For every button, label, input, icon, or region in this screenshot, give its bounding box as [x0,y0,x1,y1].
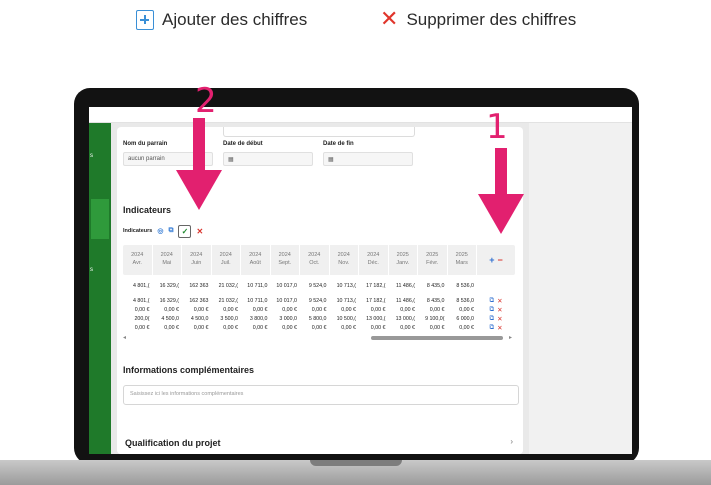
laptop-notch [310,460,402,466]
col-header: 2024 Juin [182,245,212,275]
col-header: 2024 Août [241,245,271,275]
sidebar-item[interactable]: s [90,267,93,273]
add-document-icon [136,10,154,30]
indicators-title: Indicateurs [123,205,172,215]
col-header: 2024 Oct. [300,245,330,275]
indicators-toolbar: Indicateurs ◎ ⧉ ✓ ✕ [123,224,203,238]
col-header: 2024 Déc. [359,245,389,275]
copy-icon[interactable]: ⧉ [168,227,173,235]
tutorial-image: Ajouter des chiffres ✕ Supprimer des chi… [0,0,711,485]
delete-x-icon: ✕ [380,7,399,32]
delete-row-icon[interactable]: ✕ [497,297,502,305]
sponsor-label: Nom du parrain [123,141,168,147]
copy-row-icon[interactable]: ⧉ [489,315,494,323]
col-header: 2025 Janv. [389,245,418,275]
copy-row-icon[interactable]: ⧉ [489,297,494,305]
start-date-field[interactable]: ▦ [223,152,313,166]
end-date-field[interactable]: ▦ [323,152,413,166]
arrow-down-icon [176,118,222,210]
legend: Ajouter des chiffres ✕ Supprimer des chi… [0,7,711,38]
table-header: 2024 Avr. 2024 Mai 2024 Juin 2024 Juil. 2024… [123,245,515,275]
indicators-table: 2024 Avr. 2024 Mai 2024 Juin 2024 Juil. 2024… [123,245,515,342]
col-header: 2024 Avr. [123,245,153,275]
qualification-section[interactable]: Qualification du projet › [117,429,523,454]
remove-column-button[interactable]: − [498,255,503,265]
calendar-icon: ▦ [228,157,234,163]
table-row: 0,00 € 0,00 € 0,00 € 0,00 € 0,00 € 0,00 … [134,323,503,332]
validate-button[interactable]: ✓ [178,224,192,238]
table-row: 0,00 € 0,00 € 0,00 € 0,00 € 0,00 € 0,00 … [134,305,503,314]
col-header: 2024 Nov. [330,245,359,275]
arrow-down-icon [478,148,524,234]
start-date-label: Date de début [223,141,263,147]
right-pane [529,123,632,454]
info-textarea[interactable]: Saisissez ici les informations complémen… [123,385,519,405]
table-row: 200,0( 4 500,0 4 500,0 3 500,0 3 800,0 3… [134,314,503,323]
cancel-icon[interactable]: ✕ [196,227,203,236]
delete-row-icon[interactable]: ✕ [497,315,502,323]
sidebar[interactable]: s s [89,123,111,454]
scroll-thumb[interactable] [371,336,503,340]
indicators-bar-label: Indicateurs [123,228,153,234]
info-title: Informations complémentaires [123,365,255,375]
step-1-number: 1 [486,107,508,147]
col-header: 2024 Juil. [212,245,241,275]
qualification-title: Qualification du projet [125,438,221,448]
app-topbar [89,107,632,123]
calendar-icon: ▦ [328,157,334,163]
info-icon[interactable]: ◎ [157,227,163,235]
sidebar-item[interactable]: s [90,153,93,159]
scroll-right-icon[interactable]: ▸ [509,334,512,341]
delete-row-icon[interactable]: ✕ [497,324,502,332]
legend-delete: ✕ Supprimer des chiffres [380,7,577,32]
col-header: 2024 Mai [153,245,182,275]
column-controls: + − [477,245,515,275]
col-header: 2024 Sept. [271,245,300,275]
legend-add-label: Ajouter des chiffres [162,10,308,29]
legend-add: Ajouter des chiffres [136,10,307,30]
scroll-left-icon[interactable]: ◂ [123,334,126,341]
text-field[interactable] [223,127,415,137]
col-header: 2025 Févr. [418,245,448,275]
col-header: 2025 Mars [448,245,477,275]
end-date-label: Date de fin [323,141,354,147]
step-2-number: 2 [195,81,217,121]
table-row: 4 801,( 16 329,( 162 363 21 032,( 10 711… [133,296,503,305]
chevron-right-icon[interactable]: › [510,437,513,446]
add-column-button[interactable]: + [489,255,494,265]
sidebar-active-item[interactable] [91,199,109,239]
delete-row-icon[interactable]: ✕ [497,306,502,314]
copy-row-icon[interactable]: ⧉ [489,306,494,314]
copy-row-icon[interactable]: ⧉ [489,324,494,332]
table-total-row: 4 801,( 16 329,( 162 363 21 032,( 10 711… [133,282,474,289]
legend-delete-label: Supprimer des chiffres [406,10,577,29]
horizontal-scrollbar[interactable]: ◂ ▸ [123,334,515,342]
app-screen: s s Nom du parrain aucun parrain Date de… [89,107,632,454]
